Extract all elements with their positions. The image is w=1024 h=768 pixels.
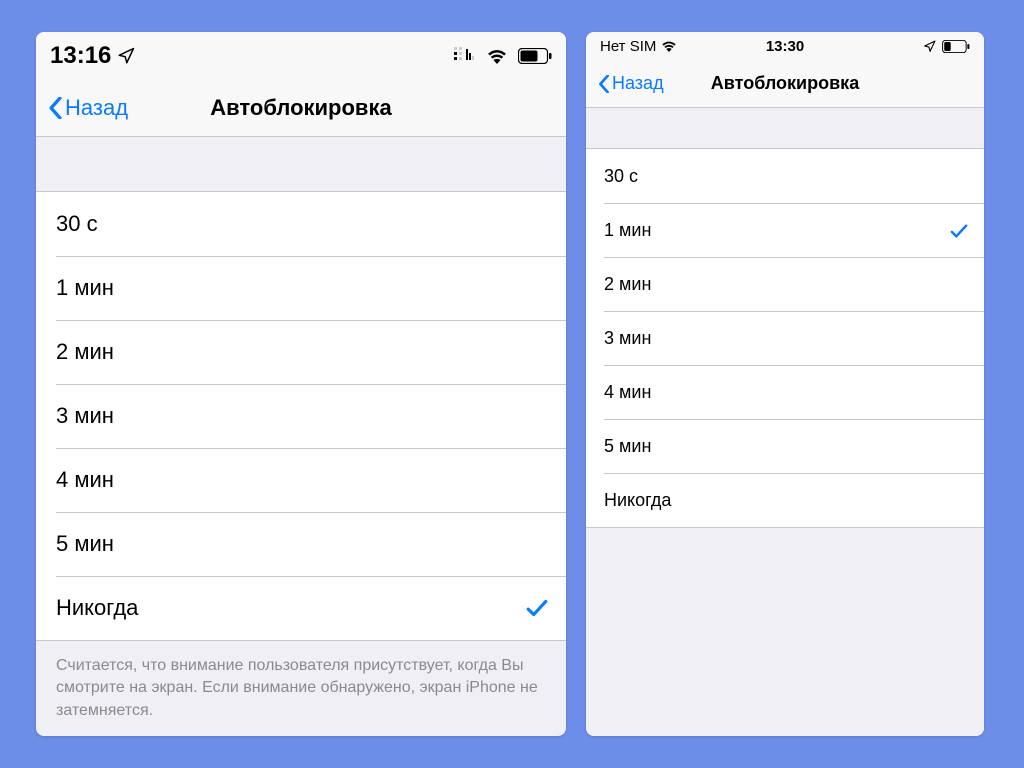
status-right — [454, 47, 552, 65]
option-label: 5 мин — [604, 436, 651, 457]
option-2min[interactable]: 2 мин — [604, 257, 984, 311]
battery-icon — [518, 48, 552, 64]
status-left: Нет SIM — [600, 38, 923, 55]
option-label: Никогда — [56, 595, 138, 621]
status-right — [923, 40, 970, 53]
carrier-label: Нет SIM — [600, 38, 656, 55]
header-spacer — [586, 108, 984, 148]
status-bar: 13:16 — [36, 32, 566, 80]
option-label: 3 мин — [604, 328, 651, 349]
background-rest — [586, 528, 984, 736]
back-button[interactable]: Назад — [48, 95, 128, 121]
footer-text: Считается, что внимание пользователя при… — [36, 641, 566, 736]
header-spacer — [36, 137, 566, 191]
back-button[interactable]: Назад — [598, 73, 664, 94]
option-label: 1 мин — [56, 275, 114, 301]
option-never[interactable]: Никогда — [56, 576, 566, 640]
dual-sim-icon — [454, 47, 476, 65]
phone-right: Нет SIM 13:30 Назад Автоблокировка 30 с — [586, 32, 984, 736]
option-4min[interactable]: 4 мин — [56, 448, 566, 512]
option-label: Никогда — [604, 490, 671, 511]
nav-bar: Назад Автоблокировка — [586, 60, 984, 108]
option-never[interactable]: Никогда — [604, 473, 984, 527]
option-label: 3 мин — [56, 403, 114, 429]
checkmark-icon — [526, 598, 548, 618]
option-30s[interactable]: 30 с — [36, 192, 566, 256]
option-4min[interactable]: 4 мин — [604, 365, 984, 419]
status-bar: Нет SIM 13:30 — [586, 32, 984, 60]
location-icon — [117, 47, 135, 65]
option-3min[interactable]: 3 мин — [56, 384, 566, 448]
wifi-icon — [661, 40, 677, 52]
status-left: 13:16 — [50, 42, 454, 70]
option-2min[interactable]: 2 мин — [56, 320, 566, 384]
battery-icon — [942, 40, 970, 53]
nav-title: Автоблокировка — [711, 73, 859, 94]
option-label: 30 с — [56, 211, 98, 237]
wifi-icon — [486, 48, 508, 64]
checkmark-icon — [950, 223, 968, 239]
option-label: 4 мин — [56, 467, 114, 493]
option-label: 4 мин — [604, 382, 651, 403]
clock: 13:30 — [766, 38, 804, 55]
option-label: 5 мин — [56, 531, 114, 557]
option-30s[interactable]: 30 с — [586, 149, 984, 203]
option-label: 30 с — [604, 166, 638, 187]
option-list: 30 с 1 мин 2 мин 3 мин 4 мин 5 мин Никог… — [36, 191, 566, 641]
back-label: Назад — [65, 95, 128, 121]
clock: 13:16 — [50, 42, 111, 70]
option-1min[interactable]: 1 мин — [604, 203, 984, 257]
option-label: 1 мин — [604, 220, 651, 241]
chevron-left-icon — [598, 75, 610, 93]
option-list: 30 с 1 мин 2 мин 3 мин 4 мин 5 мин Никог… — [586, 148, 984, 528]
chevron-left-icon — [48, 97, 63, 119]
option-1min[interactable]: 1 мин — [56, 256, 566, 320]
option-5min[interactable]: 5 мин — [604, 419, 984, 473]
nav-title: Автоблокировка — [210, 95, 391, 121]
phone-left: 13:16 — [36, 32, 566, 736]
option-label: 2 мин — [604, 274, 651, 295]
location-icon — [923, 40, 936, 53]
nav-bar: Назад Автоблокировка — [36, 80, 566, 138]
back-label: Назад — [612, 73, 664, 94]
option-5min[interactable]: 5 мин — [56, 512, 566, 576]
option-label: 2 мин — [56, 339, 114, 365]
option-3min[interactable]: 3 мин — [604, 311, 984, 365]
